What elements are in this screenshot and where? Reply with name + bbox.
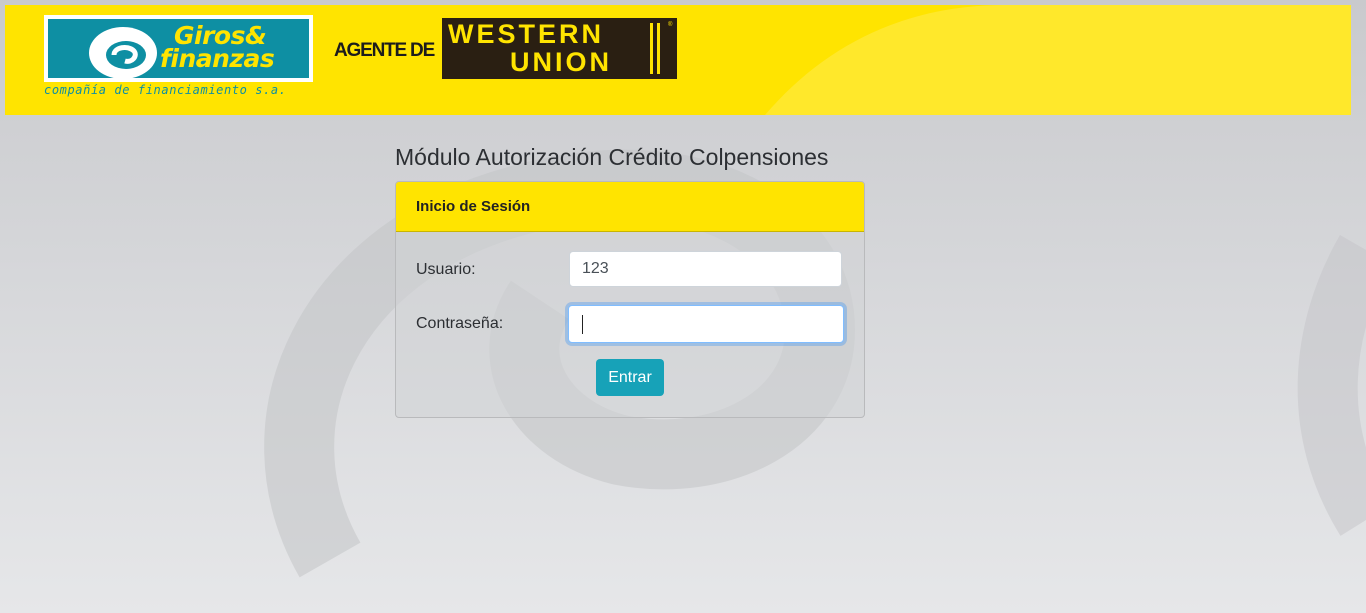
username-label: Usuario: — [416, 261, 476, 278]
header-banner: Giros& finanzas compañía de financiamien… — [5, 5, 1351, 115]
giros-swirl-icon — [89, 27, 157, 78]
finanzas-logo-text: finanzas — [160, 44, 275, 73]
page-title: Módulo Autorización Crédito Colpensiones — [395, 144, 829, 170]
login-card-title: Inicio de Sesión — [416, 198, 531, 215]
company-tagline: compañía de financiamiento s.a. — [44, 83, 287, 97]
login-submit-button[interactable]: Entrar — [596, 359, 664, 396]
western-union-logo: WESTERN UNION ® — [442, 18, 677, 79]
union-logo-text: UNION — [510, 47, 612, 77]
password-input[interactable] — [568, 305, 844, 343]
password-label: Contraseña: — [416, 315, 504, 332]
western-logo-text: WESTERN — [448, 19, 604, 49]
text-cursor — [582, 315, 583, 334]
username-input[interactable] — [569, 251, 842, 287]
login-card-header: Inicio de Sesión — [396, 182, 864, 232]
giros-finanzas-logo: Giros& finanzas — [44, 15, 313, 82]
agent-text: AGENTE DE — [334, 40, 435, 61]
registered-mark-icon: ® — [668, 22, 673, 28]
login-card: Inicio de Sesión Usuario: Contraseña: En… — [395, 181, 865, 418]
